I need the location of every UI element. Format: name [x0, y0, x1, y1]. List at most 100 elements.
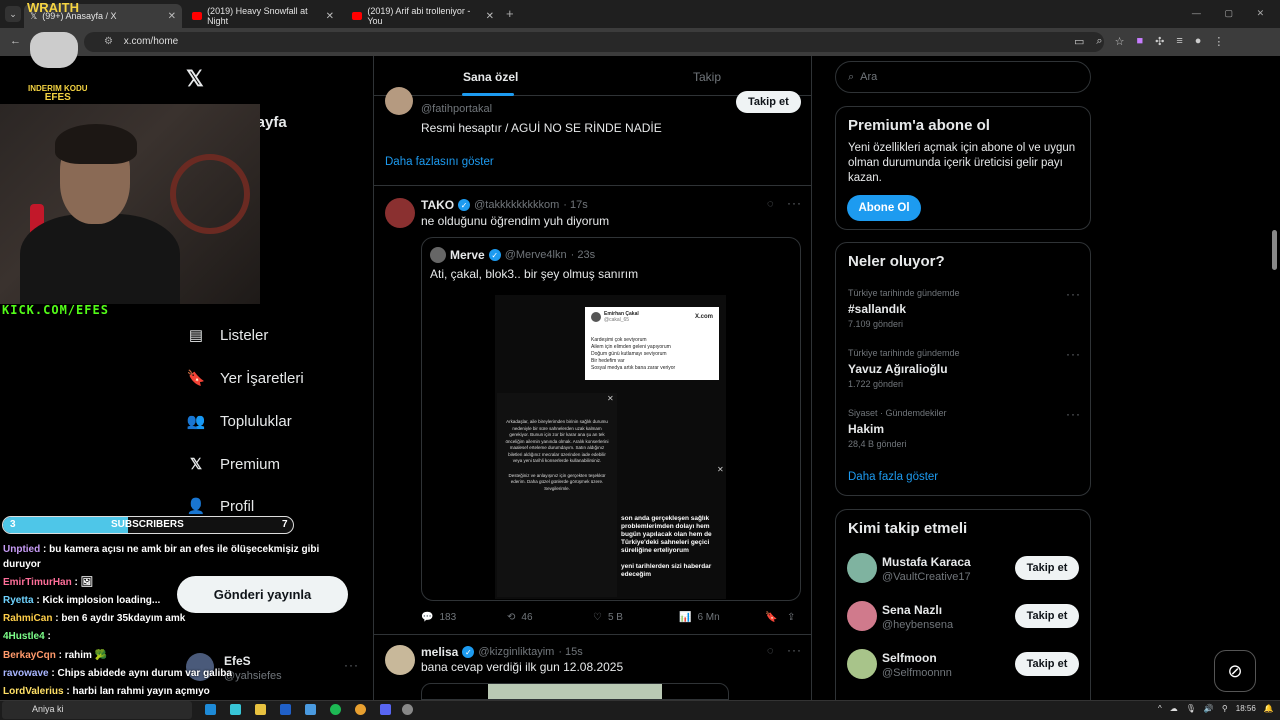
- zoom-icon[interactable]: ⌕: [1096, 35, 1102, 48]
- grok-icon[interactable]: ◌: [767, 645, 774, 657]
- close-tab-icon[interactable]: ✕: [486, 11, 494, 22]
- chat-username[interactable]: RahmiCan: [3, 613, 52, 624]
- media-card-avatar: [591, 312, 601, 322]
- page-scrollbar[interactable]: [1272, 230, 1277, 270]
- tweet-avatar[interactable]: [385, 198, 415, 228]
- quote-media-image[interactable]: Emirhan Çakal @cakal_65 X.com Kardeşimi …: [495, 295, 726, 599]
- tray-volume-icon[interactable]: 🔊: [1204, 704, 1214, 713]
- tweet-media[interactable]: [421, 683, 729, 700]
- trend-more-icon[interactable]: ···: [1066, 407, 1081, 421]
- chat-text: : ben 6 aydır 35kdayım amk: [52, 613, 186, 624]
- bookmark-tweet-icon[interactable]: 🔖: [765, 612, 777, 623]
- show-more-trends-link[interactable]: Daha fazla göster: [848, 471, 938, 483]
- site-info-icon[interactable]: ⚙: [104, 36, 113, 47]
- follow-button[interactable]: Takip et: [1015, 604, 1079, 628]
- reply-button[interactable]: 💬 183: [421, 612, 456, 623]
- nav-communities[interactable]: 👥 Topluluklar: [186, 411, 292, 431]
- cast-icon[interactable]: ▭: [1074, 35, 1084, 48]
- follow-button[interactable]: Takip et: [736, 91, 801, 113]
- profile-icon[interactable]: ●: [1195, 35, 1202, 48]
- suggested-avatar[interactable]: [385, 87, 413, 115]
- chat-username[interactable]: 4Hustle4: [3, 631, 45, 642]
- post-button[interactable]: Gönderi yayınla: [177, 576, 348, 613]
- taskbar-chrome-icon[interactable]: [355, 704, 366, 715]
- streamer-hair: [55, 124, 137, 164]
- taskbar-edge-icon[interactable]: [205, 704, 216, 715]
- trend-item[interactable]: Siyaset · Gündemdekiler Hakim 28,4 B gön…: [836, 405, 1090, 465]
- taskbar-spotify-icon[interactable]: [330, 704, 341, 715]
- grok-float-button[interactable]: ⊘: [1214, 650, 1256, 692]
- notification-icon[interactable]: 🔔: [1264, 704, 1274, 713]
- share-icon[interactable]: ⇪: [787, 612, 795, 623]
- suggested-bio: Resmi hesaptır / AGUİ NO SE RİNDE NADİE: [421, 121, 662, 135]
- media-icon[interactable]: ≡: [1176, 35, 1182, 48]
- extension-icon[interactable]: ■: [1136, 35, 1143, 48]
- suggested-handle: @fatihportakal: [421, 103, 493, 115]
- tweet-avatar[interactable]: [385, 645, 415, 675]
- more-icon[interactable]: ···: [344, 658, 359, 672]
- trend-more-icon[interactable]: ···: [1066, 287, 1081, 301]
- chat-username[interactable]: LordValerius: [3, 686, 64, 697]
- retweet-button[interactable]: ⟲ 46: [507, 612, 533, 623]
- tab-following[interactable]: Takip: [593, 56, 811, 96]
- like-button[interactable]: ♡ 5 B: [593, 612, 623, 623]
- tweet-more-icon[interactable]: ···: [787, 643, 802, 657]
- address-bar[interactable]: ⚙ x.com/home: [84, 32, 1104, 52]
- taskbar-store-icon[interactable]: [305, 704, 316, 715]
- chat-username[interactable]: EmirTimurHan: [3, 577, 72, 588]
- chat-username[interactable]: ravowave: [3, 668, 49, 679]
- close-window-icon[interactable]: ✕: [1257, 8, 1265, 19]
- views-button[interactable]: 📊 6 Mn: [679, 612, 720, 623]
- new-tab-button[interactable]: +: [506, 6, 514, 21]
- quote-avatar: [430, 247, 446, 263]
- nav-premium[interactable]: 𝕏 Premium: [186, 454, 280, 474]
- close-tab-icon[interactable]: ✕: [168, 11, 176, 22]
- taskbar-folder-icon[interactable]: [255, 704, 266, 715]
- taskbar-outlook-icon[interactable]: [280, 704, 291, 715]
- search-input[interactable]: ⌕ Ara: [835, 61, 1091, 93]
- taskbar-search[interactable]: Aniya ki: [2, 701, 192, 719]
- close-tab-icon[interactable]: ✕: [326, 11, 334, 22]
- follow-button[interactable]: Takip et: [1015, 652, 1079, 676]
- bookmark-star-icon[interactable]: ☆: [1115, 35, 1125, 48]
- nav-profile[interactable]: 👤 Profil: [186, 496, 255, 516]
- chat-username[interactable]: BerkayCqn: [3, 650, 56, 661]
- clock: 18:56: [1235, 704, 1256, 713]
- trend-more-icon[interactable]: ···: [1066, 347, 1081, 361]
- follow-button[interactable]: Takip et: [1015, 556, 1079, 580]
- maximize-icon[interactable]: ▢: [1224, 8, 1233, 19]
- suggestion-avatar[interactable]: [847, 553, 877, 583]
- tab-list-button[interactable]: ⌄: [5, 6, 21, 22]
- subscribe-button[interactable]: Abone Ol: [847, 195, 921, 221]
- taskbar-settings-icon[interactable]: [402, 704, 413, 715]
- x-logo-icon[interactable]: 𝕏: [186, 66, 204, 92]
- nav-lists[interactable]: ▤ Listeler: [186, 325, 268, 345]
- tray-mic-icon[interactable]: 🎙: [1186, 704, 1196, 713]
- subscriber-goal-bar: 3 SUBSCRIBERS 7: [2, 516, 294, 534]
- nav-bookmarks[interactable]: 🔖 Yer İşaretleri: [186, 368, 304, 388]
- browser-tab-snowfall[interactable]: (2019) Heavy Snowfall at Night ✕: [186, 4, 340, 28]
- chat-username[interactable]: Unptied: [3, 544, 40, 555]
- taskbar-app-icon[interactable]: [230, 704, 241, 715]
- minimize-icon[interactable]: —: [1192, 8, 1201, 19]
- puzzle-icon[interactable]: ✣: [1155, 35, 1164, 48]
- show-more-link[interactable]: Daha fazlasını göster: [385, 156, 494, 168]
- back-icon[interactable]: ←: [10, 35, 21, 47]
- tray-network-icon[interactable]: ⚲: [1222, 704, 1228, 713]
- grok-icon[interactable]: ◌: [767, 198, 774, 210]
- tweet-header: melisa ✓ @kizginliktayim · 15s: [421, 645, 583, 659]
- tray-chevron-icon[interactable]: ^: [1158, 704, 1162, 713]
- suggestion-avatar[interactable]: [847, 649, 877, 679]
- tweet-more-icon[interactable]: ···: [787, 196, 802, 210]
- trend-item[interactable]: Türkiye tarihinde gündemde #sallandık 7.…: [836, 285, 1090, 345]
- chat-message: BerkayCqn : rahim 🥦: [3, 650, 107, 661]
- chat-text: duruyor: [3, 559, 41, 570]
- chat-text: : bu kamera açısı ne amk bir an efes ile…: [40, 544, 320, 555]
- menu-icon[interactable]: ⋮: [1213, 35, 1224, 48]
- tray-cloud-icon[interactable]: ☁: [1170, 704, 1178, 713]
- taskbar-discord-icon[interactable]: [380, 704, 391, 715]
- browser-tab-arif[interactable]: (2019) Arif abi trolleniyor - You ✕: [346, 4, 500, 28]
- suggestion-avatar[interactable]: [847, 601, 877, 631]
- chat-username[interactable]: Ryetta: [3, 595, 34, 606]
- trend-item[interactable]: Türkiye tarihinde gündemde Yavuz Ağırali…: [836, 345, 1090, 405]
